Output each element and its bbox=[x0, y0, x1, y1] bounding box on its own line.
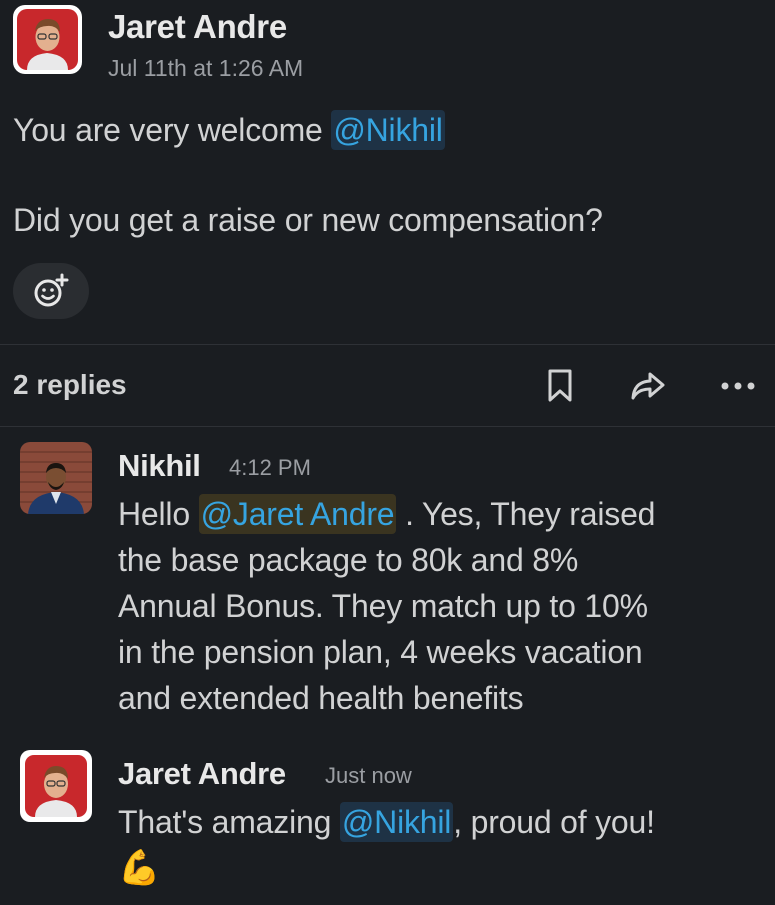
flexed-biceps-emoji: 💪 bbox=[118, 849, 161, 887]
avatar[interactable] bbox=[13, 5, 82, 74]
reply-text: Hello bbox=[118, 496, 199, 532]
message-text-line-1: You are very welcome @Nikhil bbox=[13, 110, 445, 150]
reply-text: . Yes, They raised bbox=[396, 496, 656, 532]
avatar-photo-icon bbox=[25, 755, 87, 817]
message-text-line-2: Did you get a raise or new compensation? bbox=[13, 202, 603, 238]
user-mention[interactable]: @Nikhil bbox=[339, 802, 454, 842]
avatar-photo-icon bbox=[17, 9, 78, 70]
reply-text-line-2: the base package to 80k and 8% bbox=[118, 542, 579, 578]
more-actions-button[interactable] bbox=[716, 364, 760, 408]
share-button[interactable] bbox=[626, 364, 670, 408]
user-mention[interactable]: @Jaret Andre bbox=[198, 494, 397, 534]
reply-text-line-5: and extended health benefits bbox=[118, 680, 524, 716]
bookmark-button[interactable] bbox=[540, 364, 580, 408]
reply-author[interactable]: Jaret Andre bbox=[118, 756, 286, 792]
reply-timestamp: Just now bbox=[325, 763, 412, 788]
message-timestamp: Jul 11th at 1:26 AM bbox=[108, 55, 304, 81]
add-reaction-button[interactable] bbox=[13, 263, 89, 319]
replies-count[interactable]: 2 replies bbox=[13, 369, 127, 401]
share-icon bbox=[631, 372, 665, 400]
reply-author[interactable]: Nikhil bbox=[118, 448, 201, 484]
avatar[interactable] bbox=[20, 750, 92, 822]
reply-text: That's amazing bbox=[118, 804, 340, 840]
reply-text-line-1: Hello @Jaret Andre . Yes, They raised bbox=[118, 491, 655, 537]
user-mention[interactable]: @Nikhil bbox=[331, 110, 445, 150]
reply-text-line-1: That's amazing @Nikhil, proud of you! bbox=[118, 799, 655, 845]
reply-text-line-4: in the pension plan, 4 weeks vacation bbox=[118, 634, 643, 670]
divider bbox=[0, 426, 775, 427]
avatar-photo-icon bbox=[20, 442, 92, 514]
add-emoji-icon bbox=[34, 273, 69, 307]
reply-timestamp: 4:12 PM bbox=[229, 455, 311, 480]
bookmark-icon bbox=[548, 369, 572, 402]
avatar[interactable] bbox=[20, 442, 92, 514]
reply-text: , proud of you! bbox=[453, 804, 655, 840]
reply-text-line-3: Annual Bonus. They match up to 10% bbox=[118, 588, 648, 624]
more-icon bbox=[721, 382, 755, 390]
message-author[interactable]: Jaret Andre bbox=[108, 8, 287, 46]
divider bbox=[0, 344, 775, 345]
message-text: You are very welcome bbox=[13, 112, 332, 148]
